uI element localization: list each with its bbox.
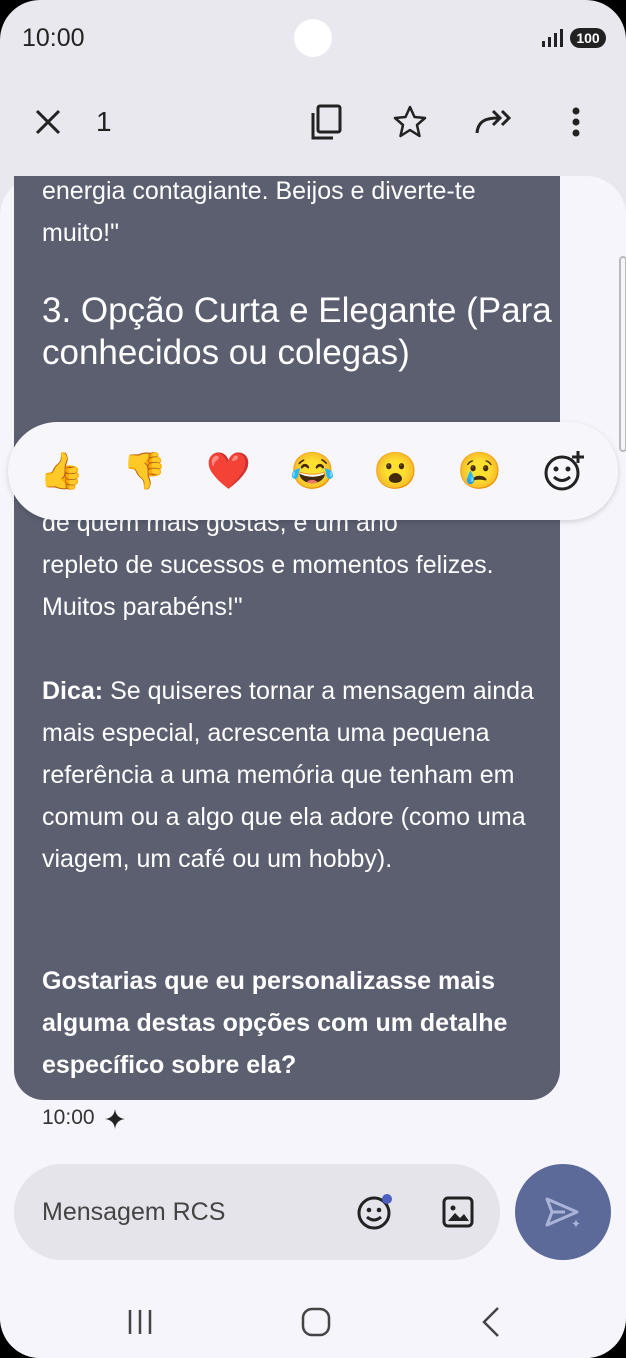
surprised-reaction[interactable]: 😮 [373, 449, 418, 493]
close-icon[interactable] [24, 98, 72, 146]
message-heading: 3. Opção Curta e Elegante (Para conhecid… [42, 291, 552, 372]
signal-icon [542, 29, 563, 47]
back-icon[interactable] [472, 1302, 512, 1342]
copy-icon[interactable] [302, 98, 350, 146]
message-bubble[interactable]: energia contagiante. Beijos e diverte-te… [14, 176, 560, 1100]
status-time: 10:00 [22, 24, 85, 52]
heart-reaction[interactable]: ❤️ [206, 449, 251, 493]
scrollbar[interactable] [619, 256, 626, 452]
battery-icon: 100 [570, 28, 606, 48]
emoji-icon[interactable] [354, 1192, 394, 1232]
message-input[interactable]: Mensagem RCS [42, 1198, 225, 1227]
thumbs-up-reaction[interactable]: 👍 [39, 449, 84, 493]
message-question: Gostarias que eu personalizasse mais alg… [42, 967, 508, 1079]
reaction-bar: 👍 👎 ❤️ 😂 😮 😢 [8, 422, 618, 520]
navigation-bar [0, 1290, 626, 1350]
sad-reaction[interactable]: 😢 [457, 449, 502, 493]
status-bar: 10:00 100 [0, 0, 626, 76]
forward-all-icon[interactable] [470, 98, 518, 146]
thumbs-down-reaction[interactable]: 👎 [122, 449, 167, 493]
star-icon[interactable] [386, 98, 434, 146]
recent-apps-icon[interactable] [120, 1302, 160, 1342]
phone-screen: 10:00 100 1 energia contagiante. Beijos … [0, 0, 626, 1358]
send-button[interactable] [515, 1164, 611, 1260]
more-options-icon[interactable] [552, 98, 600, 146]
laugh-reaction[interactable]: 😂 [290, 449, 335, 493]
sparkle-icon [105, 1109, 125, 1129]
send-icon [545, 1197, 580, 1228]
gallery-icon[interactable] [438, 1192, 478, 1232]
message-time: 10:00 [42, 1106, 95, 1129]
message-top-text: energia contagiante. Beijos e diverte-te… [42, 177, 476, 247]
add-reaction-icon[interactable] [542, 449, 586, 493]
selection-toolbar: 1 [0, 76, 626, 176]
message-input-bar[interactable]: Mensagem RCS [14, 1164, 500, 1260]
message-tip: Dica: Se quiseres tornar a mensagem aind… [42, 670, 552, 880]
tip-text: Se quiseres tornar a mensagem ainda mais… [42, 677, 534, 873]
selected-count: 1 [96, 106, 112, 137]
message-body-text: repleto de sucessos e momentos felizes. … [42, 551, 494, 621]
front-camera [294, 19, 332, 57]
tip-label: Dica: [42, 677, 104, 705]
home-icon[interactable] [296, 1302, 336, 1342]
